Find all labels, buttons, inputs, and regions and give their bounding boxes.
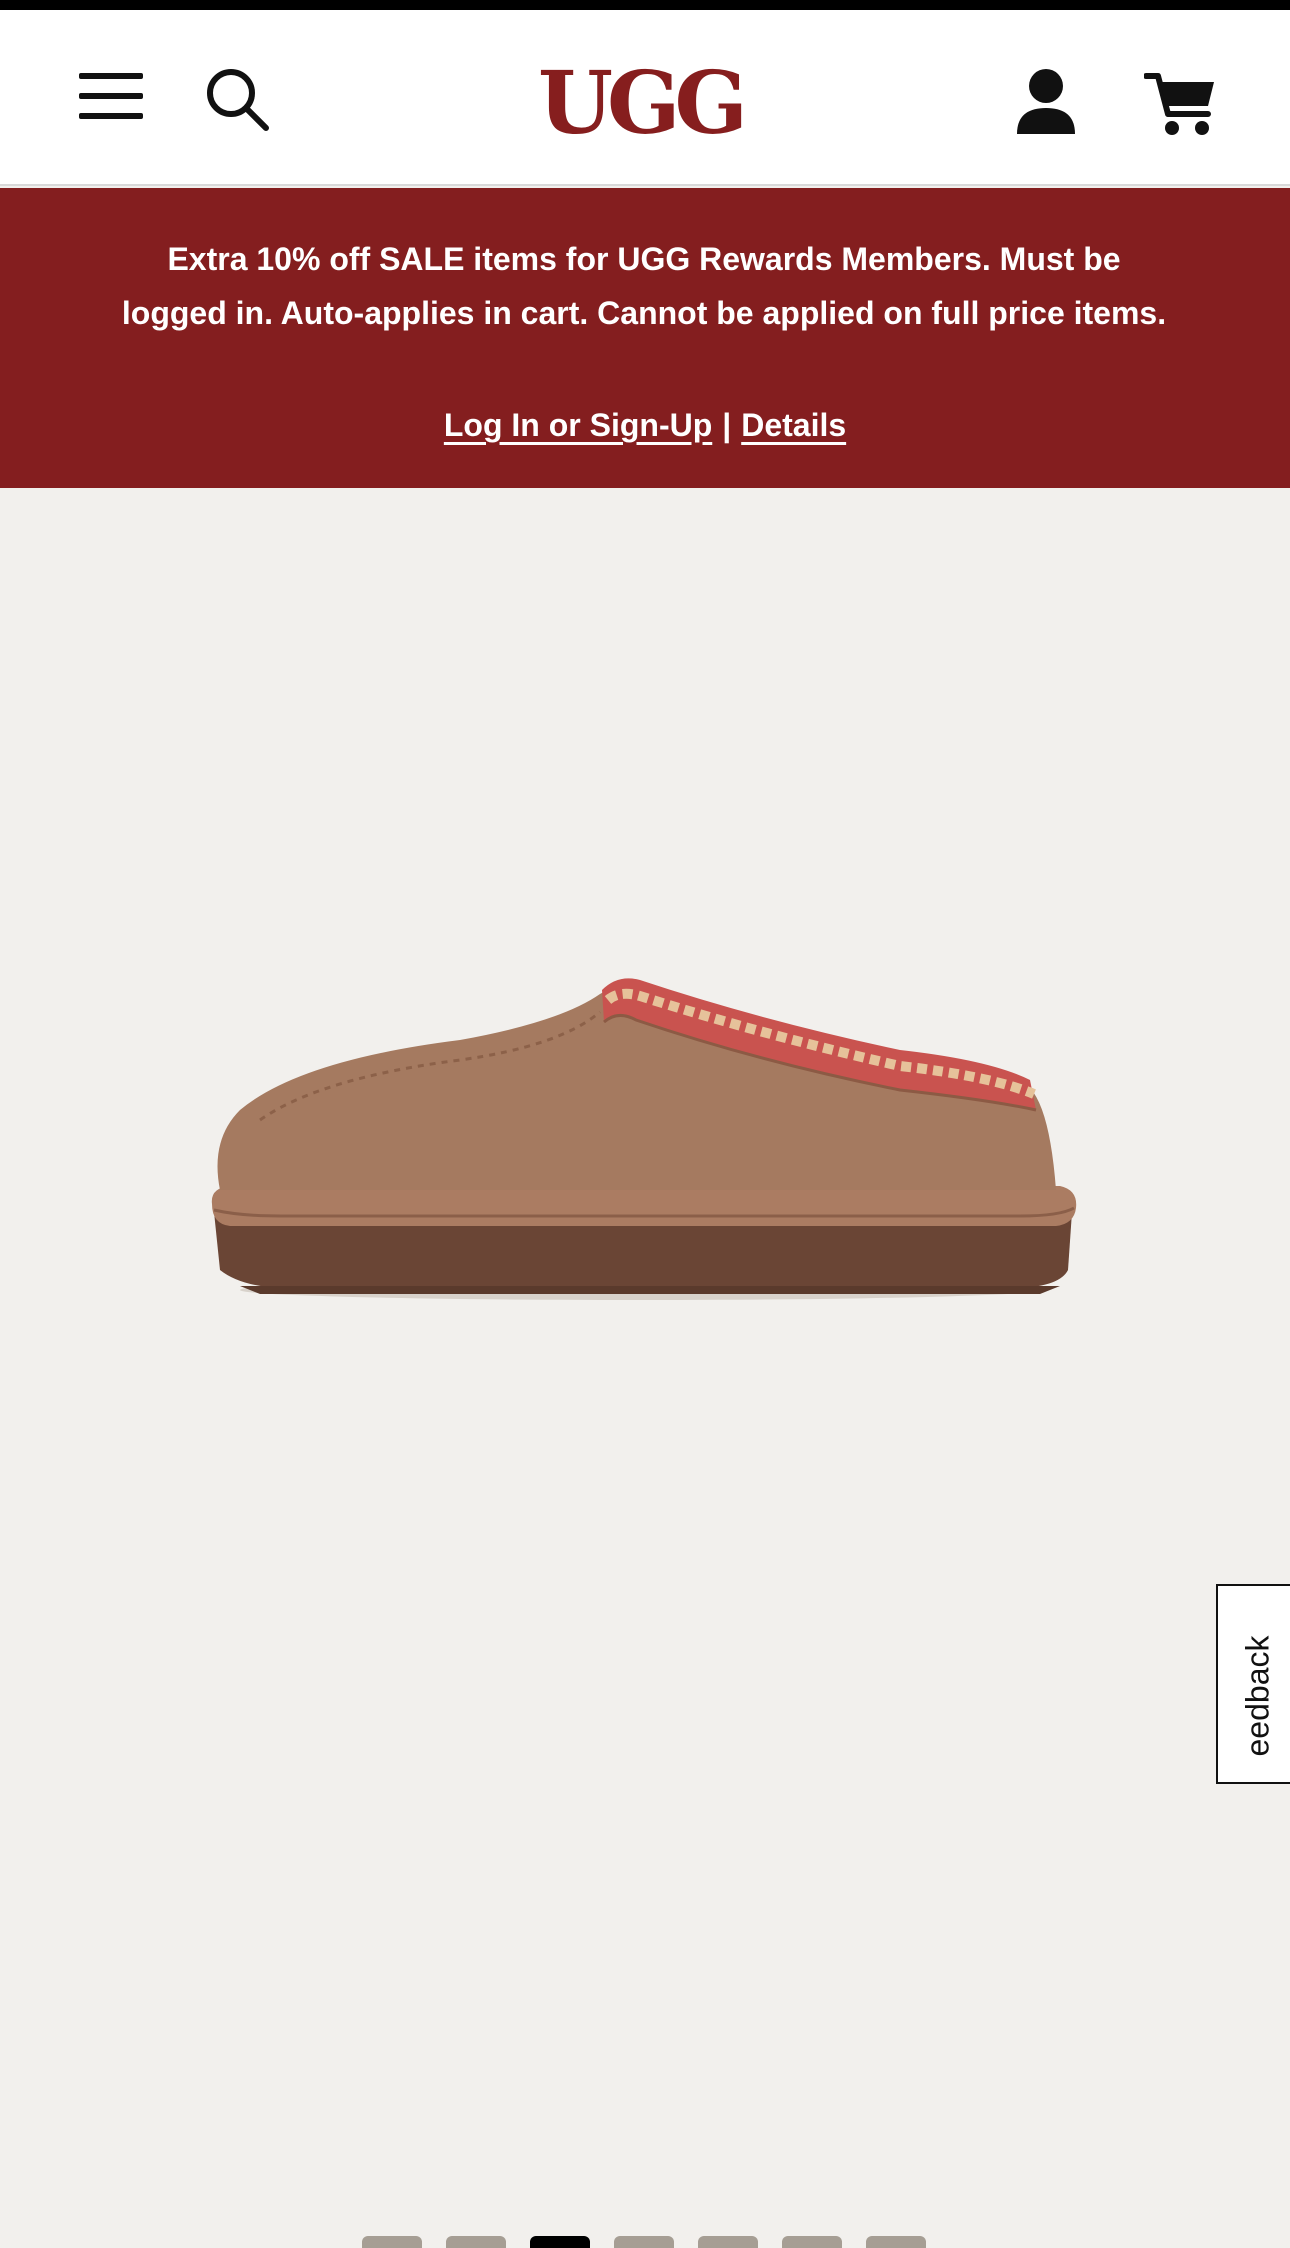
search-button[interactable]: [202, 64, 272, 134]
ugg-logo[interactable]: UGG: [530, 44, 750, 164]
gallery-dot[interactable]: [866, 2236, 926, 2248]
feedback-label: eedback: [1239, 1635, 1276, 1757]
gallery-dot[interactable]: [362, 2236, 422, 2248]
gallery-dot[interactable]: [446, 2236, 506, 2248]
gallery-dot-active[interactable]: [530, 2236, 590, 2248]
details-link[interactable]: Details: [741, 407, 846, 443]
gallery-dot[interactable]: [698, 2236, 758, 2248]
gallery-dot[interactable]: [782, 2236, 842, 2248]
feedback-tab[interactable]: eedback: [1216, 1584, 1290, 1784]
menu-button[interactable]: [78, 66, 144, 126]
user-icon: [1017, 69, 1075, 134]
gallery-pagination: [362, 2236, 926, 2248]
cart-icon: [1144, 73, 1214, 135]
promo-links: Log In or Sign-Up | Details: [0, 398, 1290, 452]
cart-button[interactable]: [1138, 66, 1224, 142]
promo-banner: Extra 10% off SALE items for UGG Rewards…: [0, 188, 1290, 541]
gallery-dot[interactable]: [614, 2236, 674, 2248]
product-image-gallery[interactable]: [0, 490, 1290, 2248]
logo-text: UGG: [538, 53, 748, 154]
site-header: UGG: [0, 10, 1290, 186]
hamburger-menu-icon: [79, 73, 143, 119]
top-edge-bar: [0, 0, 1290, 10]
link-separator: |: [722, 407, 732, 443]
search-icon: [207, 69, 269, 131]
account-button[interactable]: [1008, 64, 1084, 140]
login-signup-link[interactable]: Log In or Sign-Up: [444, 407, 712, 443]
product-image-slipper: [211, 978, 1077, 1300]
promo-message: Extra 10% off SALE items for UGG Rewards…: [121, 241, 1167, 331]
